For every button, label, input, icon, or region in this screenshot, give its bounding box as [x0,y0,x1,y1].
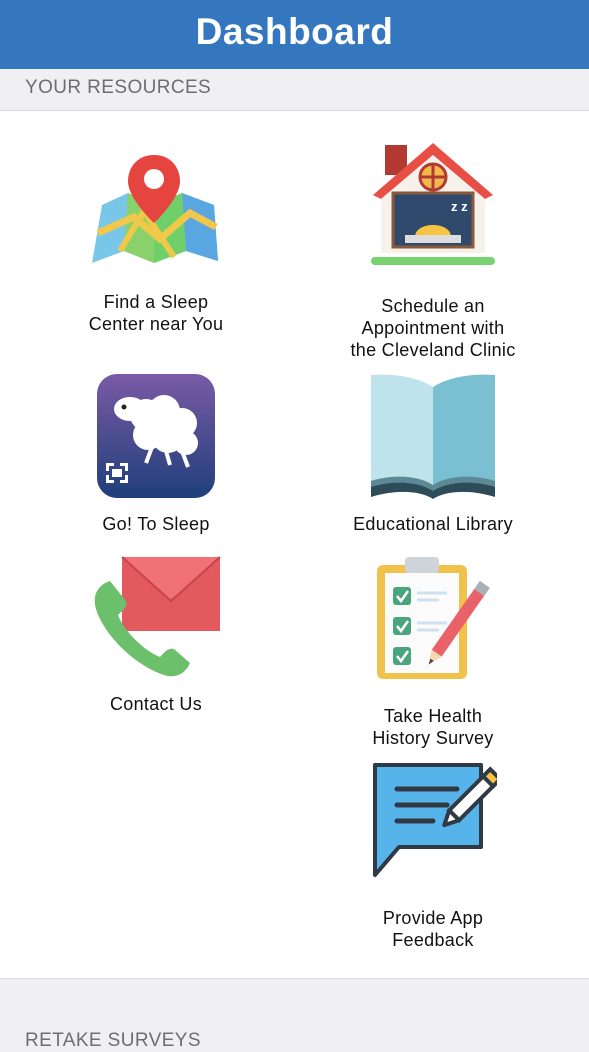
health-history-survey-label: Take Health History Survey [372,706,494,748]
section-header-resources: YOUR RESOURCES [25,77,212,98]
provide-feedback-label: Provide App Feedback [382,908,484,950]
section-header-retake-surveys: RETAKE SURVEYS [25,1030,201,1051]
clipboard-checklist-icon [377,557,490,679]
sheep-app-icon [97,374,215,498]
contact-us-label: Contact Us [109,694,203,714]
chat-pencil-icon [373,763,497,877]
nav-header: Dashboard [0,0,589,69]
phone-mail-icon [94,556,221,677]
page-title: Dashboard [195,11,394,52]
educational-library-label: Educational Library [353,514,513,534]
go-to-sleep-tile[interactable]: Go! To Sleep [66,373,246,543]
educational-library-tile[interactable]: Educational Library [333,373,533,543]
go-to-sleep-label: Go! To Sleep [102,514,210,534]
provide-feedback-tile[interactable]: Provide App Feedback [333,759,533,950]
find-sleep-center-tile[interactable]: Find a Sleep Center near You [66,141,246,341]
schedule-appointment-label: Schedule an Appointment with the Clevela… [350,296,516,360]
open-book-icon [371,374,495,499]
map-pin-icon [92,155,218,263]
resources-panel: Find a Sleep Center near You z z Schedul… [0,110,589,979]
svg-text:z z: z z [451,199,468,214]
contact-us-tile[interactable]: Contact Us [66,555,246,725]
house-sleep-icon: z z [371,143,495,265]
find-sleep-center-label: Find a Sleep Center near You [88,292,224,334]
health-history-survey-tile[interactable]: Take Health History Survey [333,555,533,748]
schedule-appointment-tile[interactable]: z z Schedule an Appointment with the Cle… [333,141,533,361]
